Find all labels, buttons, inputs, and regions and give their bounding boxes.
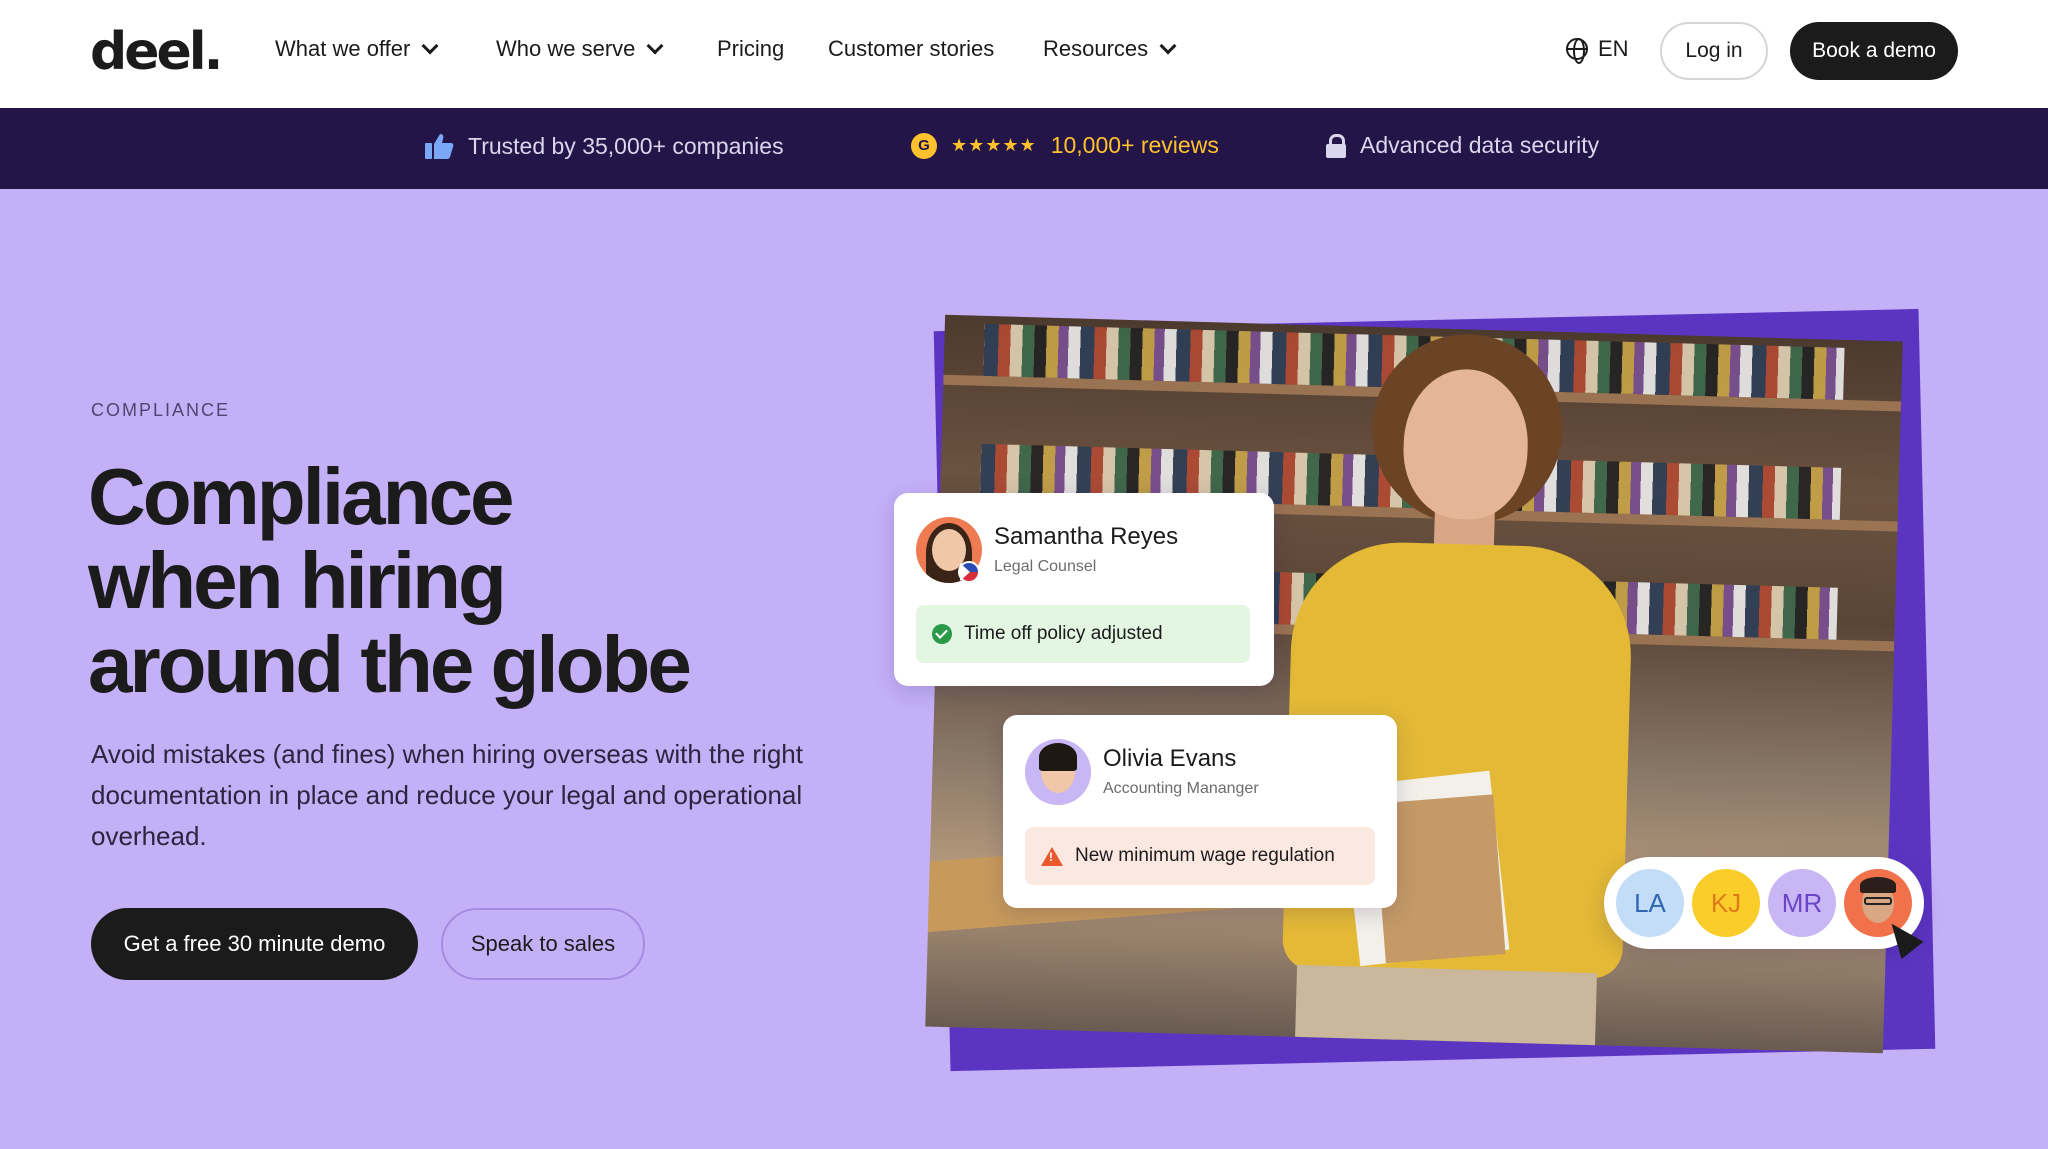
warning-icon [1041, 846, 1063, 866]
deel-logo[interactable]: deel. [90, 22, 223, 82]
status-badge: New minimum wage regulation [1025, 827, 1375, 885]
flag-icon [958, 561, 980, 583]
hero-subtext: Avoid mistakes (and fines) when hiring o… [91, 739, 803, 851]
status-text: New minimum wage regulation [1075, 845, 1335, 866]
trust-security: Advanced data security [1326, 132, 1599, 159]
trust-companies-text: Trusted by 35,000+ companies [468, 132, 784, 159]
trust-companies: Trusted by 35,000+ companies [424, 132, 784, 160]
avatar [1025, 739, 1091, 805]
nav-label: What we offer [275, 36, 411, 61]
employee-card: Samantha Reyes Legal Counsel Time off po… [894, 493, 1274, 686]
employee-name: Olivia Evans [1103, 745, 1237, 772]
free-demo-button[interactable]: Get a free 30 minute demo [91, 908, 418, 980]
avatar-initials: LA [1616, 869, 1684, 937]
glasses [1864, 897, 1892, 905]
check-circle-icon [932, 624, 952, 644]
nav-resources[interactable]: Resources [1043, 36, 1177, 62]
hero-headline: Compliance when hiring around the globe [88, 455, 808, 707]
nav-what-we-offer[interactable]: What we offer [275, 36, 439, 62]
nav-label: Customer stories [828, 36, 995, 61]
chevron-down-icon [1159, 37, 1177, 55]
employee-card: Olivia Evans Accounting Mananger New min… [1003, 715, 1397, 908]
nav-customer-stories[interactable]: Customer stories [828, 36, 994, 62]
status-badge: Time off policy adjusted [916, 605, 1250, 663]
top-nav: deel. What we offer Who we serve Pricing… [0, 0, 2048, 108]
globe-icon [1566, 38, 1588, 64]
headline-line: Compliance [88, 452, 514, 541]
trust-bar: Trusted by 35,000+ companies G ★★★★★ 10,… [0, 108, 2048, 189]
headline-line: when hiring [88, 536, 507, 625]
team-avatars: LA KJ MR [1604, 857, 1924, 949]
hero-eyebrow: COMPLIANCE [91, 400, 231, 420]
language-selector[interactable]: EN [1566, 36, 1629, 64]
nav-who-we-serve[interactable]: Who we serve [496, 36, 664, 62]
nav-label: Who we serve [496, 36, 636, 61]
employee-name: Samantha Reyes [994, 523, 1179, 550]
security-text: Advanced data security [1360, 132, 1600, 158]
status-text: Time off policy adjusted [964, 623, 1163, 644]
trust-reviews[interactable]: G ★★★★★ 10,000+ reviews [911, 132, 1219, 159]
nav-label: Pricing [717, 36, 785, 61]
avatar-hair [1860, 877, 1896, 893]
headline-line: around the globe [88, 620, 692, 709]
employee-role: Legal Counsel [994, 558, 1097, 575]
speak-to-sales-button[interactable]: Speak to sales [441, 908, 645, 980]
g2-icon: G [911, 132, 937, 159]
thumbs-up-icon [425, 134, 454, 159]
star-icon: ★★★★★ [951, 135, 1037, 155]
avatar-initials: KJ [1692, 869, 1760, 937]
avatar-initials: MR [1768, 869, 1836, 937]
login-button[interactable]: Log in [1660, 22, 1768, 80]
lock-icon [1326, 133, 1346, 158]
employee-role: Accounting Mananger [1103, 780, 1259, 797]
nav-pricing[interactable]: Pricing [717, 36, 784, 62]
reviews-text: 10,000+ reviews [1050, 132, 1219, 158]
nav-label: Resources [1043, 36, 1149, 61]
book-demo-button[interactable]: Book a demo [1790, 22, 1958, 80]
language-label: EN [1598, 36, 1629, 61]
chevron-down-icon [646, 37, 664, 55]
chevron-down-icon [421, 37, 439, 55]
avatar-hair [1039, 743, 1077, 771]
